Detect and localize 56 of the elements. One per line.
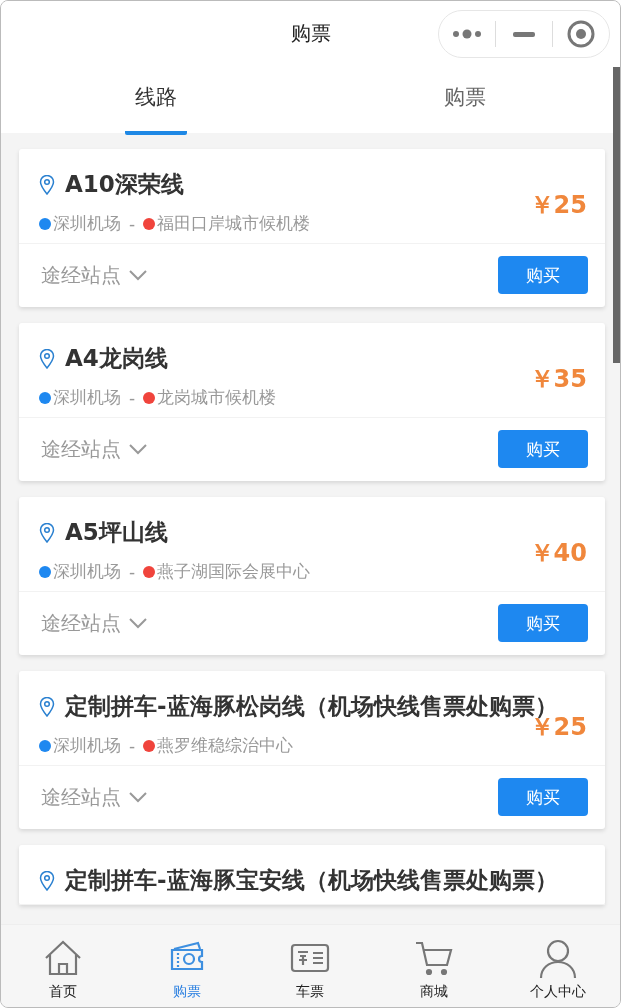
destination-text: 燕罗维稳综治中心 — [157, 734, 294, 757]
stops-toggle[interactable]: 途经站点 — [41, 261, 147, 289]
tab-bar-label[interactable]: 车票 — [296, 983, 325, 1001]
origin-dot — [39, 391, 51, 404]
scrollbar[interactable] — [613, 67, 620, 363]
price: ￥40 — [529, 538, 587, 569]
destination-dot — [143, 565, 156, 578]
buy-button[interactable]: 购买 — [498, 604, 588, 642]
separator-text: - — [129, 213, 136, 234]
tab[interactable]: 购票 — [434, 63, 497, 135]
destination-dot — [143, 217, 156, 230]
tab-bar-label[interactable]: 商城 — [420, 983, 449, 1001]
destination-text: 燕子湖国际会展中心 — [157, 560, 311, 583]
location-pin-icon — [39, 696, 55, 717]
location-pin-icon — [39, 174, 55, 195]
origin-dot — [39, 565, 51, 578]
route-name: A10深荣线 — [65, 170, 184, 199]
buy-button[interactable]: 购买 — [498, 256, 588, 294]
stops-toggle[interactable]: 途经站点 — [41, 435, 147, 463]
buy-button[interactable]: 购买 — [498, 778, 588, 816]
separator-text: - — [129, 387, 136, 408]
stops-toggle[interactable]: 途经站点 — [41, 783, 147, 811]
chevron-down-icon — [129, 791, 147, 803]
destination-text: 福田口岸城市候机楼 — [157, 212, 311, 235]
minimize-icon[interactable] — [513, 31, 535, 37]
buy-button[interactable]: 购买 — [498, 430, 588, 468]
origin-dot — [39, 739, 51, 752]
location-pin-icon — [39, 522, 55, 543]
separator-text: - — [129, 735, 136, 756]
origin-dot — [39, 217, 51, 230]
close-icon[interactable] — [567, 20, 595, 48]
origin-text: 深圳机场 — [53, 212, 121, 235]
origin-text: 深圳机场 — [53, 386, 121, 409]
chevron-down-icon — [129, 617, 147, 629]
destination-text: 龙岗城市候机楼 — [157, 386, 277, 409]
location-pin-icon — [39, 348, 55, 369]
tab-bar-label[interactable]: 个人中心 — [530, 983, 587, 1001]
origin-text: 深圳机场 — [53, 734, 121, 757]
destination-dot — [143, 739, 156, 752]
more-icon[interactable] — [452, 29, 482, 39]
destination-dot — [143, 391, 156, 404]
chevron-down-icon — [129, 269, 147, 281]
route-name: 定制拼车-蓝海豚宝安线（机场快线售票处购票） — [65, 866, 558, 895]
origin-text: 深圳机场 — [53, 560, 121, 583]
price: ￥25 — [529, 190, 587, 221]
route-name: A5坪山线 — [65, 518, 168, 547]
page-title: 购票 — [290, 19, 331, 47]
separator-text: - — [129, 561, 136, 582]
tab-bar-label[interactable]: 购票 — [172, 983, 201, 1001]
stops-toggle[interactable]: 途经站点 — [41, 609, 147, 637]
chevron-down-icon — [129, 443, 147, 455]
tab[interactable]: 线路 — [124, 63, 187, 135]
price: ￥35 — [529, 364, 587, 395]
route-name: A4龙岗线 — [65, 344, 168, 373]
tab-bar-label[interactable]: 首页 — [48, 983, 77, 1001]
location-pin-icon — [39, 870, 55, 891]
